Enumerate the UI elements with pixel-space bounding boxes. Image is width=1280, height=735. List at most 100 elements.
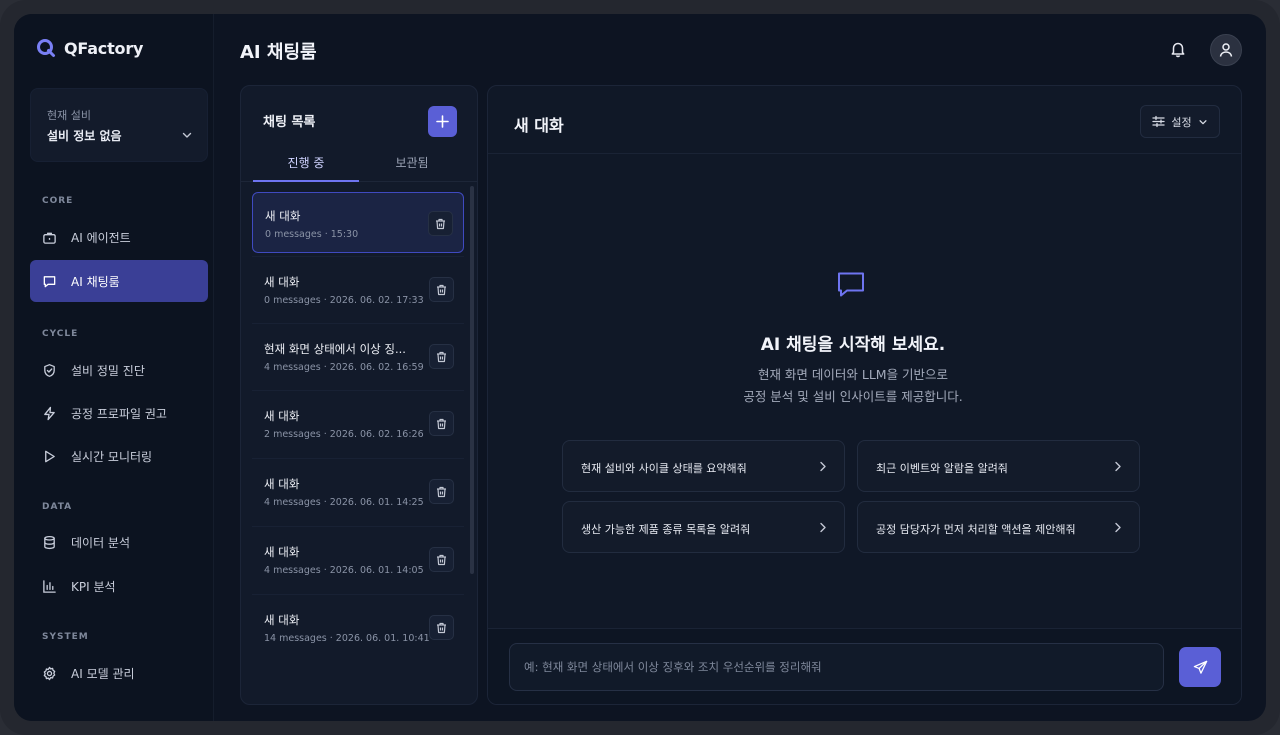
chevron-down-icon: [1199, 119, 1207, 124]
tab-in-progress[interactable]: 진행 중: [253, 154, 359, 171]
sidebar-item-kpi[interactable]: KPI 분석: [30, 565, 208, 607]
suggestion-label: 현재 설비와 사이클 상태를 요약해줘: [581, 462, 747, 475]
chat-item-name: 새 대화: [264, 275, 300, 289]
chat-item-name: 새 대화: [264, 613, 300, 627]
section-data: DATA: [42, 502, 73, 512]
chat-list-divider: [252, 390, 464, 391]
chat-list-divider: [252, 256, 464, 257]
chevron-right-icon: [1115, 522, 1121, 533]
chat-list-panel: 채팅 목록 진행 중 보관됨 새 대화 0 messages · 15:30 새 대…: [240, 85, 478, 705]
section-core: CORE: [42, 196, 74, 206]
chat-item-meta: 4 messages · 2026. 06. 02. 16:59: [264, 362, 424, 373]
bell-icon: [1171, 42, 1185, 58]
device-frame: QFactory 현재 설비 설비 정보 없음 CORE AI 에이전트 AI …: [0, 0, 1280, 735]
sidebar-item-label: 데이터 분석: [71, 535, 131, 550]
chat-panel: 새 대화 설정 AI 채팅을 시작해 보세요. 현재 화면 데이터와 LLM을 …: [487, 85, 1242, 705]
chat-item-name: 새 대화: [264, 409, 300, 423]
sidebar-item-label: AI 에이전트: [71, 230, 131, 245]
suggestion-label: 최근 이벤트와 알람을 알려줘: [876, 462, 1008, 475]
send-button[interactable]: [1179, 647, 1221, 687]
bar-chart-icon: [43, 579, 56, 593]
chat-item-meta: 0 messages · 15:30: [265, 229, 359, 240]
send-icon: [1193, 660, 1207, 674]
chat-list-title: 채팅 목록: [263, 115, 316, 130]
suggestion-card[interactable]: 최근 이벤트와 알람을 알려줘: [857, 440, 1140, 492]
equipment-selector[interactable]: 현재 설비 설비 정보 없음: [30, 88, 208, 162]
chat-list-scrollbar[interactable]: [470, 186, 474, 574]
tab-active-indicator: [253, 180, 359, 182]
chat-item-meta: 14 messages · 2026. 06. 01. 10:41: [264, 633, 430, 644]
message-input[interactable]: [509, 643, 1164, 691]
delete-chat-button[interactable]: [429, 411, 454, 436]
suggestion-card[interactable]: 현재 설비와 사이클 상태를 요약해줘: [562, 440, 845, 492]
play-icon: [45, 450, 55, 462]
sidebar-item-model-management[interactable]: AI 모델 관리: [30, 652, 208, 694]
chat-list-item[interactable]: 새 대화 14 messages · 2026. 06. 01. 10:41: [252, 597, 464, 658]
chat-list-item[interactable]: 새 대화 4 messages · 2026. 06. 01. 14:25: [252, 461, 464, 522]
delete-chat-button[interactable]: [429, 479, 454, 504]
chat-list-item[interactable]: 새 대화 4 messages · 2026. 06. 01. 14:05: [252, 529, 464, 590]
sidebar-item-label: AI 모델 관리: [71, 666, 135, 681]
sidebar-item-label: KPI 분석: [71, 579, 116, 594]
settings-label: 설정: [1171, 115, 1192, 129]
chat-list-item[interactable]: 새 대화 2 messages · 2026. 06. 02. 16:26: [252, 393, 464, 454]
chat-list-divider: [252, 526, 464, 527]
chat-list-item[interactable]: 현재 화면 상태에서 이상 징... 4 messages · 2026. 06.…: [252, 326, 464, 387]
delete-chat-button[interactable]: [429, 615, 454, 640]
brand[interactable]: QFactory: [36, 38, 143, 58]
chat-list-divider: [252, 594, 464, 595]
delete-chat-button[interactable]: [429, 344, 454, 369]
sidebar-item-data-analysis[interactable]: 데이터 분석: [30, 521, 208, 563]
chevron-right-icon: [1115, 461, 1121, 472]
chat-list-divider: [252, 458, 464, 459]
chat-title: 새 대화: [514, 116, 564, 135]
chat-bubble-icon: [838, 272, 864, 297]
page-title: AI 채팅룸: [240, 42, 317, 63]
database-icon: [44, 535, 55, 549]
chat-header-divider: [488, 153, 1241, 154]
chat-item-name: 새 대화: [264, 477, 300, 491]
tab-archived[interactable]: 보관됨: [359, 154, 465, 171]
equipment-value: 설비 정보 없음: [47, 129, 122, 143]
chat-list-item[interactable]: 새 대화 0 messages · 2026. 06. 02. 17:33: [252, 259, 464, 320]
section-cycle: CYCLE: [42, 329, 79, 339]
suggestion-card[interactable]: 공정 담당자가 먼저 처리할 액션을 제안해줘: [857, 501, 1140, 553]
chat-icon: [43, 275, 56, 287]
trash-icon: [437, 351, 446, 362]
suggestion-label: 공정 담당자가 먼저 처리할 액션을 제안해줘: [876, 523, 1076, 536]
section-system: SYSTEM: [42, 632, 89, 642]
chevron-down-icon: [182, 132, 192, 138]
welcome-subtitle: 현재 화면 데이터와 LLM을 기반으로 공정 분석 및 설비 인사이트를 제공…: [488, 364, 1218, 408]
sidebar-item-ai-agent[interactable]: AI 에이전트: [30, 216, 208, 258]
new-chat-button[interactable]: [428, 106, 457, 137]
chat-item-name: 현재 화면 상태에서 이상 징...: [264, 342, 406, 356]
sidebar-item-label: 공정 프로파일 권고: [71, 406, 167, 421]
app-name: QFactory: [64, 38, 144, 58]
sidebar-item-process-profile[interactable]: 공정 프로파일 권고: [30, 392, 208, 434]
suggestion-card[interactable]: 생산 가능한 제품 종류 목록을 알려줘: [562, 501, 845, 553]
equipment-label: 현재 설비: [47, 109, 91, 122]
avatar[interactable]: [1210, 34, 1242, 66]
chat-list-item[interactable]: 새 대화 0 messages · 15:30: [252, 192, 464, 253]
delete-chat-button[interactable]: [429, 277, 454, 302]
sidebar-item-label: 실시간 모니터링: [71, 449, 153, 464]
chat-item-meta: 4 messages · 2026. 06. 01. 14:25: [264, 497, 424, 508]
app-screen: QFactory 현재 설비 설비 정보 없음 CORE AI 에이전트 AI …: [14, 14, 1266, 721]
settings-button[interactable]: 설정: [1140, 105, 1220, 138]
delete-chat-button[interactable]: [429, 547, 454, 572]
welcome-title: AI 채팅을 시작해 보세요.: [760, 335, 946, 355]
chevron-right-icon: [820, 522, 826, 533]
chat-list-divider: [252, 323, 464, 324]
chat-item-meta: 0 messages · 2026. 06. 02. 17:33: [264, 295, 424, 306]
trash-icon: [437, 554, 446, 565]
sidebar-item-monitoring[interactable]: 실시간 모니터링: [30, 435, 208, 477]
notifications-button[interactable]: [1169, 40, 1187, 62]
trash-icon: [437, 622, 446, 633]
briefcase-icon: [43, 232, 56, 244]
sidebar-item-diagnosis[interactable]: 설비 정밀 진단: [30, 349, 208, 391]
welcome-line: 현재 화면 데이터와 LLM을 기반으로: [757, 367, 949, 382]
trash-icon: [436, 218, 445, 229]
sidebar-item-label: AI 채팅룸: [71, 274, 120, 289]
delete-chat-button[interactable]: [428, 211, 453, 236]
sidebar-item-ai-chatroom[interactable]: AI 채팅룸: [30, 260, 208, 302]
